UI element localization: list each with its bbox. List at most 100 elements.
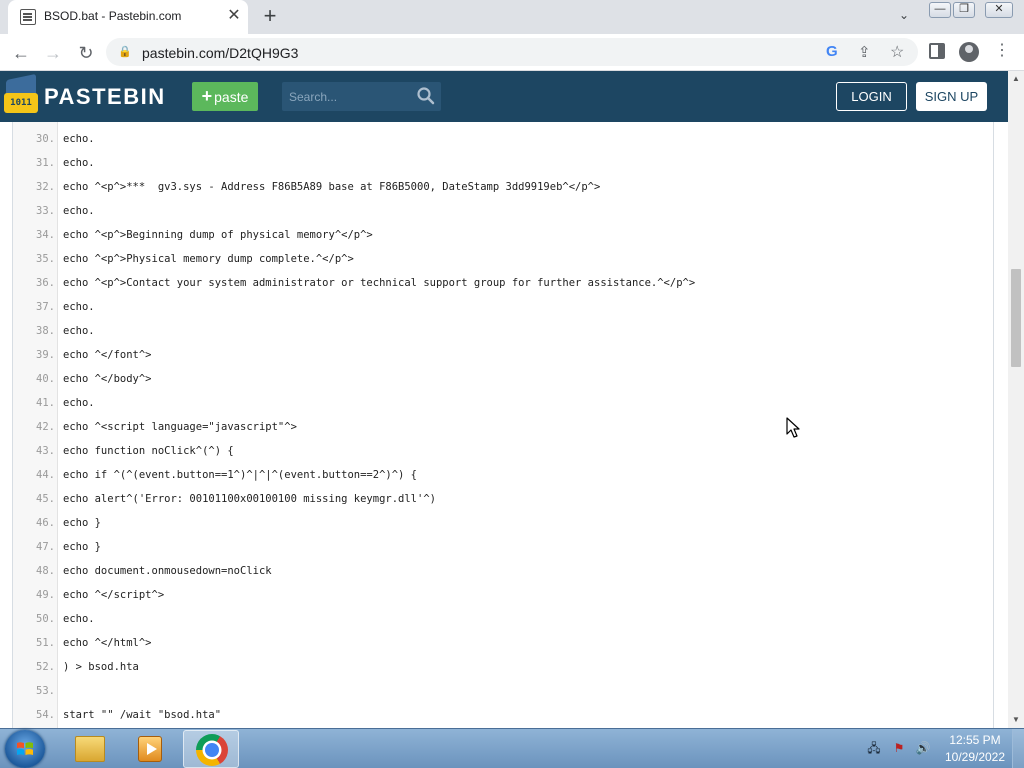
scrollbar-thumb[interactable] <box>1011 269 1021 367</box>
profile-avatar-icon[interactable] <box>959 42 979 62</box>
window-minimize-button[interactable]: — <box>929 2 951 18</box>
login-button[interactable]: LOGIN <box>836 82 907 111</box>
line-number: 38. <box>36 325 55 337</box>
window-close-button[interactable]: ✕ <box>985 2 1013 18</box>
code-line: 31. echo. <box>13 151 993 175</box>
code-line: 32. echo ^<p^>*** gv3.sys - Address F86B5… <box>13 175 993 199</box>
code-text: echo ^</font^> <box>63 349 152 361</box>
new-tab-button[interactable]: + <box>258 5 282 29</box>
back-arrow-icon[interactable]: ← <box>8 40 34 66</box>
line-number: 43. <box>36 445 55 457</box>
system-tray: 🖧 ⚑ 🔊 12:55 PM 10/29/2022 <box>860 729 1024 768</box>
search-input[interactable] <box>282 82 412 111</box>
line-number: 32. <box>36 181 55 193</box>
code-line: 40. echo ^</body^> <box>13 367 993 391</box>
scroll-down-arrow-icon[interactable]: ▼ <box>1008 712 1024 728</box>
chrome-menu-icon[interactable]: ⋮ <box>994 41 1010 61</box>
volume-icon[interactable]: 🔊 <box>915 740 931 756</box>
line-number: 48. <box>36 565 55 577</box>
new-paste-button[interactable]: + paste <box>192 82 258 111</box>
code-line: 33. echo. <box>13 199 993 223</box>
line-number: 54. <box>36 709 55 721</box>
browser-tab-strip: BSOD.bat - Pastebin.com ✕ + ⌄ — ❐ ✕ <box>0 0 1024 34</box>
code-text: echo ^</script^> <box>63 589 165 601</box>
share-icon[interactable]: ⇪ <box>858 43 871 61</box>
clock-date[interactable]: 10/29/2022 <box>940 750 1010 764</box>
line-number: 44. <box>36 469 55 481</box>
code-line: 49. echo ^</script^> <box>13 583 993 607</box>
code-line: 53. <box>13 679 993 703</box>
code-line: 43. echo function noClick^(^) { <box>13 439 993 463</box>
brand-name[interactable]: PASTEBIN <box>44 84 166 110</box>
scroll-up-arrow-icon[interactable]: ▲ <box>1008 71 1024 87</box>
line-number: 51. <box>36 637 55 649</box>
google-lens-icon[interactable]: G <box>826 43 838 60</box>
line-number: 34. <box>36 229 55 241</box>
code-line: 38. echo. <box>13 319 993 343</box>
code-text: echo. <box>63 301 95 313</box>
code-text: echo. <box>63 133 95 145</box>
paste-content-area: 30. echo. 31. echo. 32. echo ^<p^>*** gv3.sys… <box>0 122 1008 728</box>
line-number: 37. <box>36 301 55 313</box>
tab-title: BSOD.bat - Pastebin.com <box>44 9 182 23</box>
signup-button[interactable]: SIGN UP <box>916 82 987 111</box>
taskbar-media-player[interactable] <box>122 730 178 768</box>
bookmark-star-icon[interactable]: ☆ <box>890 42 904 62</box>
line-number: 36. <box>36 277 55 289</box>
search-box <box>282 82 441 111</box>
taskbar-file-explorer[interactable] <box>62 730 118 768</box>
code-text: echo ^</html^> <box>63 637 152 649</box>
code-line: 41. echo. <box>13 391 993 415</box>
code-line: 54. start "" /wait "bsod.hta" <box>13 703 993 727</box>
tab-search-chevron-icon[interactable]: ⌄ <box>895 8 913 26</box>
action-center-flag-icon[interactable]: ⚑ <box>891 740 907 756</box>
pastebin-header: 1011 PASTEBIN +paste LOGIN SIGN UP <box>0 71 1008 122</box>
media-player-icon <box>138 736 162 762</box>
code-line: 42. echo ^<script language="javascript"^> <box>13 415 993 439</box>
start-button[interactable] <box>5 730 45 768</box>
show-desktop-button[interactable] <box>1012 729 1024 768</box>
code-text: echo ^<p^>Beginning dump of physical mem… <box>63 229 373 241</box>
line-number: 52. <box>36 661 55 673</box>
line-number: 31. <box>36 157 55 169</box>
pastebin-logo-icon[interactable]: 1011 <box>4 73 38 115</box>
reload-icon[interactable]: ↻ <box>73 40 99 66</box>
window-maximize-button[interactable]: ❐ <box>953 2 975 18</box>
line-number: 39. <box>36 349 55 361</box>
pastebin-favicon-icon <box>20 9 36 25</box>
page-scrollbar[interactable]: ▲ ▼ <box>1008 71 1024 728</box>
line-number: 46. <box>36 517 55 529</box>
plus-icon: + <box>201 86 213 106</box>
mouse-pointer-icon <box>786 417 800 438</box>
code-text: echo } <box>63 517 101 529</box>
line-number: 30. <box>36 133 55 145</box>
code-text: echo ^<p^>Physical memory dump complete.… <box>63 253 354 265</box>
url-text[interactable]: pastebin.com/D2tQH9G3 <box>142 45 298 61</box>
code-text: echo. <box>63 157 95 169</box>
code-line: 48. echo document.onmousedown=noClick <box>13 559 993 583</box>
code-text: echo. <box>63 613 95 625</box>
search-icon[interactable] <box>416 86 436 106</box>
code-text: echo } <box>63 541 101 553</box>
network-icon[interactable]: 🖧 <box>866 740 882 756</box>
code-text: echo ^<p^>*** gv3.sys - Address F86B5A89… <box>63 181 601 193</box>
line-number: 50. <box>36 613 55 625</box>
code-text: echo. <box>63 397 95 409</box>
code-text: echo document.onmousedown=noClick <box>63 565 272 577</box>
line-number: 45. <box>36 493 55 505</box>
lock-icon[interactable]: 🔒 <box>118 45 132 59</box>
windows-logo-icon <box>17 742 33 755</box>
code-line: 35. echo ^<p^>Physical memory dump comple… <box>13 247 993 271</box>
clock-time[interactable]: 12:55 PM <box>940 733 1010 747</box>
code-line: 36. echo ^<p^>Contact your system adminis… <box>13 271 993 295</box>
tab-close-icon[interactable]: ✕ <box>224 6 244 26</box>
browser-tab[interactable]: BSOD.bat - Pastebin.com ✕ <box>8 0 248 34</box>
code-line: 34. echo ^<p^>Beginning dump of physical … <box>13 223 993 247</box>
line-number: 53. <box>36 685 55 697</box>
code-line: 37. echo. <box>13 295 993 319</box>
code-text: echo ^</body^> <box>63 373 152 385</box>
forward-arrow-icon[interactable]: → <box>40 40 66 66</box>
side-panel-icon[interactable] <box>929 43 945 59</box>
address-bar[interactable]: 🔒 pastebin.com/D2tQH9G3 G ⇪ ☆ <box>106 38 918 66</box>
taskbar-chrome[interactable] <box>183 730 239 768</box>
